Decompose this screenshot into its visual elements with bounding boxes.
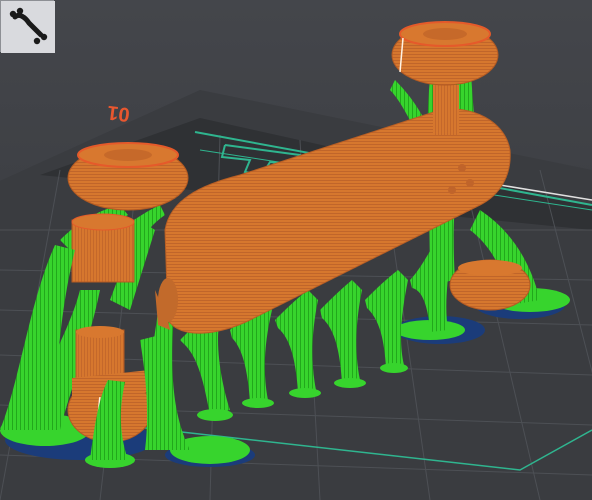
model-wheel-front-right[interactable]	[449, 259, 531, 311]
model-wheel-back-right[interactable]	[391, 21, 499, 86]
3d-preview-viewport[interactable]: 01	[0, 0, 592, 500]
scene-canvas[interactable]: 01	[0, 0, 592, 500]
plate-number-label: 01	[106, 101, 131, 126]
model-wheel-front-left[interactable]	[67, 142, 189, 211]
object-thumbnail-icon	[1, 1, 55, 53]
object-thumbnail[interactable]	[0, 0, 55, 53]
